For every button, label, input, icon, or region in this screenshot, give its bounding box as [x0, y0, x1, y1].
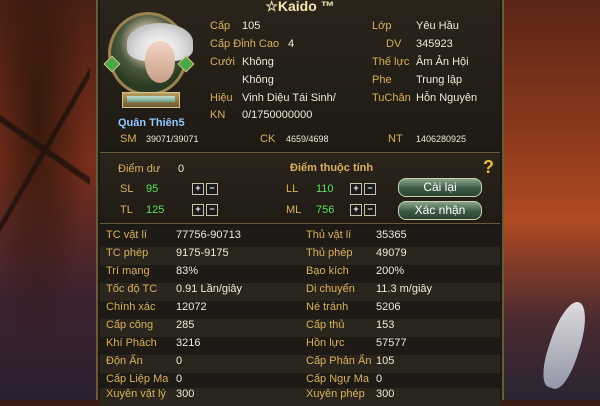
sl-plus-button[interactable]: +: [192, 183, 204, 195]
level-plate: [122, 92, 180, 108]
info-value-lop: Yêu Hầu: [416, 20, 459, 32]
info-label-cuoi: Cưới: [210, 56, 235, 68]
info-value-tuchan: Hỗn Nguyên: [416, 92, 478, 104]
stat-row: Trí mạng 83% Bạo kích 200%: [106, 265, 405, 277]
stat-value-ll: 110: [316, 183, 334, 195]
vital-label-sm: SM: [120, 133, 137, 145]
stat-label-tl: TL: [120, 204, 133, 216]
free-points-label: Điểm dư: [118, 163, 161, 175]
stat-row: Tốc độ TC 0.91 Lần/giây Di chuyển 11.3 m…: [100, 283, 500, 301]
info-label-phe: Phe: [372, 74, 392, 86]
vital-value-nt: 1406280925: [416, 134, 467, 144]
info-value-cap-dinh-cao: 4: [288, 38, 295, 50]
vital-value-ck: 4659/4698: [286, 134, 329, 144]
attribute-points-section: Điểm dư 0 Điểm thuộc tính ? SL 95 + − TL…: [100, 152, 500, 224]
vital-value-sm: 39071/39071: [146, 134, 199, 144]
tl-plus-button[interactable]: +: [192, 204, 204, 216]
info-label-cap-dinh-cao: Cấp Đỉnh Cao: [210, 38, 280, 50]
star-icon: ☆: [265, 0, 278, 14]
info-value-kn: 0/1750000000: [242, 109, 313, 121]
stat-value-sl: 95: [146, 183, 159, 195]
character-title: Quân Thiên5: [118, 117, 185, 129]
avatar-face: [145, 41, 175, 83]
character-info-panel: ☆Kaido ™ Quân Thiên5 Cấp 105 Cấp Đỉnh Ca…: [96, 0, 504, 406]
stat-value-ml: 756: [316, 204, 335, 216]
stat-row: Khí Phách 3216 Hồn lực 57577: [106, 337, 407, 349]
background-right-scenery: [504, 0, 600, 400]
tl-minus-button[interactable]: −: [206, 204, 218, 216]
detailed-stats-section: TC vật lí 77756-90713 Thủ vật lí 35365 T…: [100, 226, 500, 406]
stat-row: Xuyên vật lý 300 Xuyên phép 300: [100, 388, 500, 406]
info-value-cap: 105: [242, 20, 261, 32]
info-value-dv: 345923: [416, 38, 453, 50]
confirm-button[interactable]: Xác nhận: [398, 201, 482, 220]
sl-minus-button[interactable]: −: [206, 183, 218, 195]
ml-minus-button[interactable]: −: [364, 204, 376, 216]
info-value-the-luc: Âm Ản Hội: [416, 56, 469, 68]
help-icon[interactable]: ?: [483, 157, 494, 178]
ll-minus-button[interactable]: −: [364, 183, 376, 195]
info-label-kn: KN: [210, 109, 226, 121]
stat-label-ll: LL: [286, 183, 299, 195]
ll-plus-button[interactable]: +: [350, 183, 362, 195]
info-value-cuoi: Không: [242, 56, 274, 68]
info-label-cap: Cấp: [210, 20, 231, 32]
feather-decoration: [536, 297, 594, 393]
stat-row: Độn Ẩn 0 Cấp Phản Ẩn 105: [100, 355, 500, 373]
info-label-lop: Lớp: [372, 20, 392, 32]
tree-silhouette: [0, 60, 90, 240]
attribute-section-title: Điểm thuộc tính: [290, 162, 374, 174]
reset-button[interactable]: Cài lại: [398, 178, 482, 197]
info-label-dv: DV: [386, 38, 402, 50]
profile-section: ☆Kaido ™ Quân Thiên5 Cấp 105 Cấp Đỉnh Ca…: [100, 0, 500, 150]
character-name-title: ☆Kaido ™: [265, 0, 335, 14]
stat-row: TC phép 9175-9175 Thủ phép 49079: [100, 247, 500, 265]
background-left-scenery: [0, 0, 96, 400]
info-label-hieu: Hiệu: [210, 92, 233, 104]
info-value-extra: Không: [242, 74, 274, 86]
info-value-phe: Trung lập: [416, 74, 463, 86]
info-label-the-luc: Thế lực: [372, 56, 410, 68]
info-label-tuchan: TuChân: [372, 92, 411, 104]
stat-row: Chính xác 12072 Né tránh 5206: [106, 301, 401, 313]
stat-label-ml: ML: [286, 204, 302, 216]
stat-label-sl: SL: [120, 183, 134, 195]
info-value-hieu: Vinh Diệu Tái Sinh/: [242, 92, 336, 104]
stat-row: Cấp công 285 Cấp thủ 153: [100, 319, 500, 337]
ml-plus-button[interactable]: +: [350, 204, 362, 216]
avatar[interactable]: [108, 12, 193, 96]
free-points-value: 0: [178, 163, 185, 175]
stat-value-tl: 125: [146, 204, 165, 216]
vital-label-nt: NT: [388, 133, 403, 145]
vital-label-ck: CK: [260, 133, 276, 145]
stat-row: TC vật lí 77756-90713 Thủ vật lí 35365: [106, 229, 407, 241]
